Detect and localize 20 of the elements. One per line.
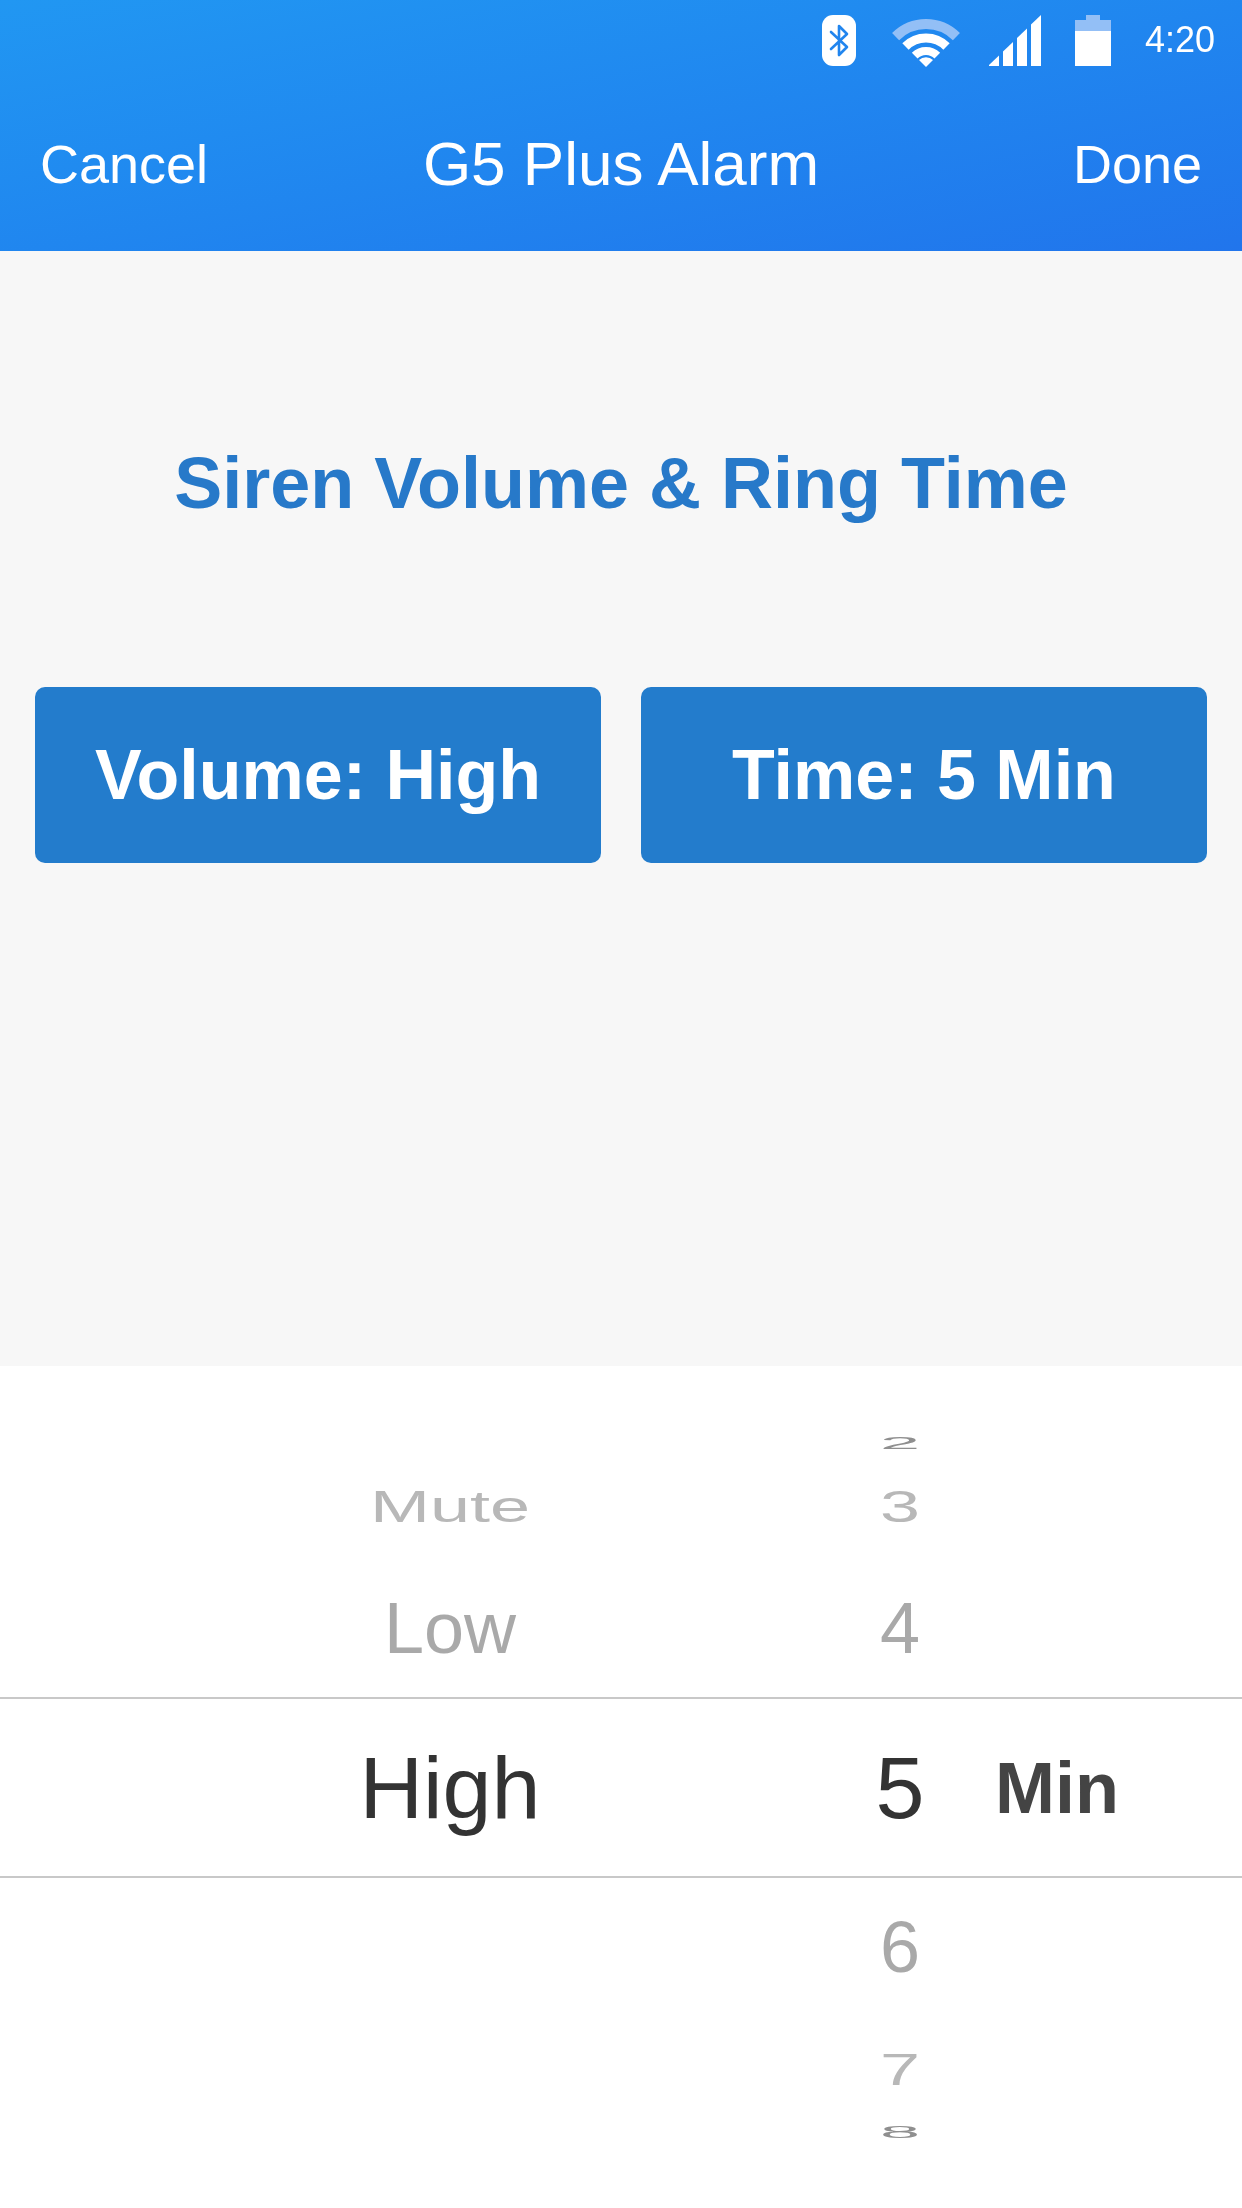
done-button[interactable]: Done [1072,136,1202,191]
bluetooth-icon [821,14,856,66]
picker-option[interactable]: 8 [879,2123,920,2141]
unit-label: Min [995,1751,1119,1824]
status-time: 4:20 [1144,22,1215,58]
picker-option[interactable]: 3 [879,1483,920,1529]
cancel-button[interactable]: Cancel [40,136,209,191]
picker-option[interactable]: 5 [875,1743,925,1832]
option-button[interactable]: Volume: High [35,687,601,864]
option-button[interactable]: Time: 5 Min [641,687,1207,864]
screen-title: G5 Plus Alarm [422,132,820,195]
picker-option[interactable]: Low [383,1592,517,1664]
battery-icon [1074,14,1111,66]
picker-option[interactable]: Mute [369,1483,531,1529]
picker-option[interactable]: 6 [879,1911,920,1983]
picker-option[interactable]: 4 [879,1592,920,1664]
section-heading: Siren Volume & Ring Time [174,442,1068,525]
picker-option[interactable]: 2 [879,1434,920,1452]
signal-icon [988,14,1042,66]
picker-option[interactable]: 7 [879,2046,920,2092]
